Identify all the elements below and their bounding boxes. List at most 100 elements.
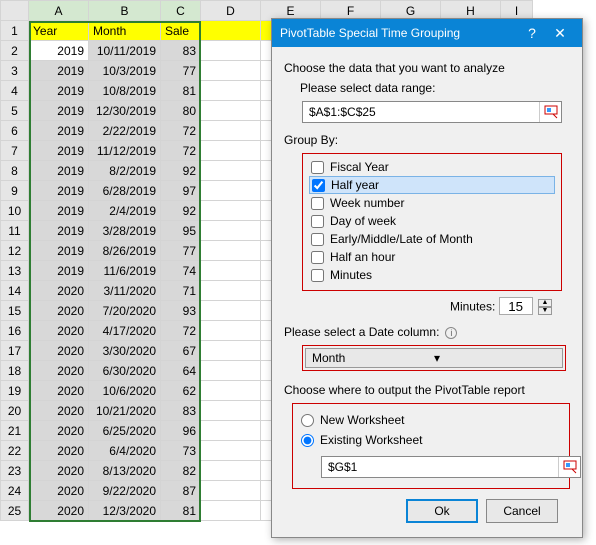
row-header-11[interactable]: 11 [1,221,29,241]
row-header-13[interactable]: 13 [1,261,29,281]
cell-C23[interactable]: 82 [161,461,201,481]
cell-B11[interactable]: 3/28/2019 [89,221,161,241]
cell-B3[interactable]: 10/3/2019 [89,61,161,81]
cell-D22[interactable] [201,441,261,461]
group-row-fiscal-year[interactable]: Fiscal Year [309,158,555,176]
cell-C4[interactable]: 81 [161,81,201,101]
ok-button[interactable]: Ok [406,499,478,523]
row-header-1[interactable]: 1 [1,21,29,41]
cell-A17[interactable]: 2020 [29,341,89,361]
cell-A18[interactable]: 2020 [29,361,89,381]
row-header-10[interactable]: 10 [1,201,29,221]
cell-A21[interactable]: 2020 [29,421,89,441]
row-header-8[interactable]: 8 [1,161,29,181]
cell-D11[interactable] [201,221,261,241]
cell-C1[interactable]: Sale [161,21,201,41]
cell-B4[interactable]: 10/8/2019 [89,81,161,101]
cell-D1[interactable] [201,21,261,41]
cell-C25[interactable]: 81 [161,501,201,521]
output-existing-radio-row[interactable]: Existing Worksheet [301,430,561,450]
cell-A23[interactable]: 2020 [29,461,89,481]
output-range-picker-icon[interactable] [558,457,580,477]
group-row-week-number[interactable]: Week number [309,194,555,212]
cell-B16[interactable]: 4/17/2020 [89,321,161,341]
cell-C16[interactable]: 72 [161,321,201,341]
cell-C3[interactable]: 77 [161,61,201,81]
cell-B6[interactable]: 2/22/2019 [89,121,161,141]
row-header-12[interactable]: 12 [1,241,29,261]
cell-D23[interactable] [201,461,261,481]
cell-B9[interactable]: 6/28/2019 [89,181,161,201]
cell-D9[interactable] [201,181,261,201]
cell-B7[interactable]: 11/12/2019 [89,141,161,161]
cell-A8[interactable]: 2019 [29,161,89,181]
group-checkbox[interactable] [311,233,324,246]
cell-B15[interactable]: 7/20/2020 [89,301,161,321]
cell-C18[interactable]: 64 [161,361,201,381]
row-header-21[interactable]: 21 [1,421,29,441]
cell-C21[interactable]: 96 [161,421,201,441]
cell-D7[interactable] [201,141,261,161]
group-row-half-year[interactable]: Half year [309,176,555,194]
cell-A5[interactable]: 2019 [29,101,89,121]
cell-B2[interactable]: 10/11/2019 [89,41,161,61]
cell-D24[interactable] [201,481,261,501]
row-header-9[interactable]: 9 [1,181,29,201]
corner-cell[interactable] [1,1,29,21]
cell-C12[interactable]: 77 [161,241,201,261]
row-header-15[interactable]: 15 [1,301,29,321]
cell-C6[interactable]: 72 [161,121,201,141]
cell-D15[interactable] [201,301,261,321]
cell-A12[interactable]: 2019 [29,241,89,261]
group-row-half-an-hour[interactable]: Half an hour [309,248,555,266]
cell-C19[interactable]: 62 [161,381,201,401]
info-icon[interactable]: i [445,327,457,339]
cell-C8[interactable]: 92 [161,161,201,181]
cell-B25[interactable]: 12/3/2020 [89,501,161,521]
row-header-14[interactable]: 14 [1,281,29,301]
cell-A20[interactable]: 2020 [29,401,89,421]
cell-A4[interactable]: 2019 [29,81,89,101]
output-existing-radio[interactable] [301,434,314,447]
group-row-minutes[interactable]: Minutes [309,266,555,284]
row-header-20[interactable]: 20 [1,401,29,421]
cell-A11[interactable]: 2019 [29,221,89,241]
cell-A19[interactable]: 2020 [29,381,89,401]
cell-D25[interactable] [201,501,261,521]
close-button[interactable]: ✕ [546,25,574,42]
row-header-3[interactable]: 3 [1,61,29,81]
cell-A22[interactable]: 2020 [29,441,89,461]
cell-C7[interactable]: 72 [161,141,201,161]
group-row-day-of-week[interactable]: Day of week [309,212,555,230]
cell-C20[interactable]: 83 [161,401,201,421]
cell-C5[interactable]: 80 [161,101,201,121]
cell-C10[interactable]: 92 [161,201,201,221]
cancel-button[interactable]: Cancel [486,499,558,523]
cell-D19[interactable] [201,381,261,401]
minutes-spinner[interactable]: ▲▼ [538,299,552,315]
output-new-radio[interactable] [301,414,314,427]
cell-C11[interactable]: 95 [161,221,201,241]
cell-C15[interactable]: 93 [161,301,201,321]
cell-B17[interactable]: 3/30/2020 [89,341,161,361]
row-header-19[interactable]: 19 [1,381,29,401]
group-checkbox[interactable] [311,197,324,210]
data-range-input[interactable] [303,102,539,122]
cell-B24[interactable]: 9/22/2020 [89,481,161,501]
row-header-5[interactable]: 5 [1,101,29,121]
row-header-2[interactable]: 2 [1,41,29,61]
cell-B23[interactable]: 8/13/2020 [89,461,161,481]
cell-A14[interactable]: 2020 [29,281,89,301]
range-picker-icon[interactable] [539,102,561,122]
cell-A1[interactable]: Year [29,21,89,41]
cell-B13[interactable]: 11/6/2019 [89,261,161,281]
cell-B1[interactable]: Month [89,21,161,41]
row-header-22[interactable]: 22 [1,441,29,461]
cell-D2[interactable] [201,41,261,61]
cell-B10[interactable]: 2/4/2019 [89,201,161,221]
minutes-input[interactable] [499,297,533,315]
col-header-C[interactable]: C [161,1,201,21]
cell-A3[interactable]: 2019 [29,61,89,81]
row-header-7[interactable]: 7 [1,141,29,161]
cell-D13[interactable] [201,261,261,281]
